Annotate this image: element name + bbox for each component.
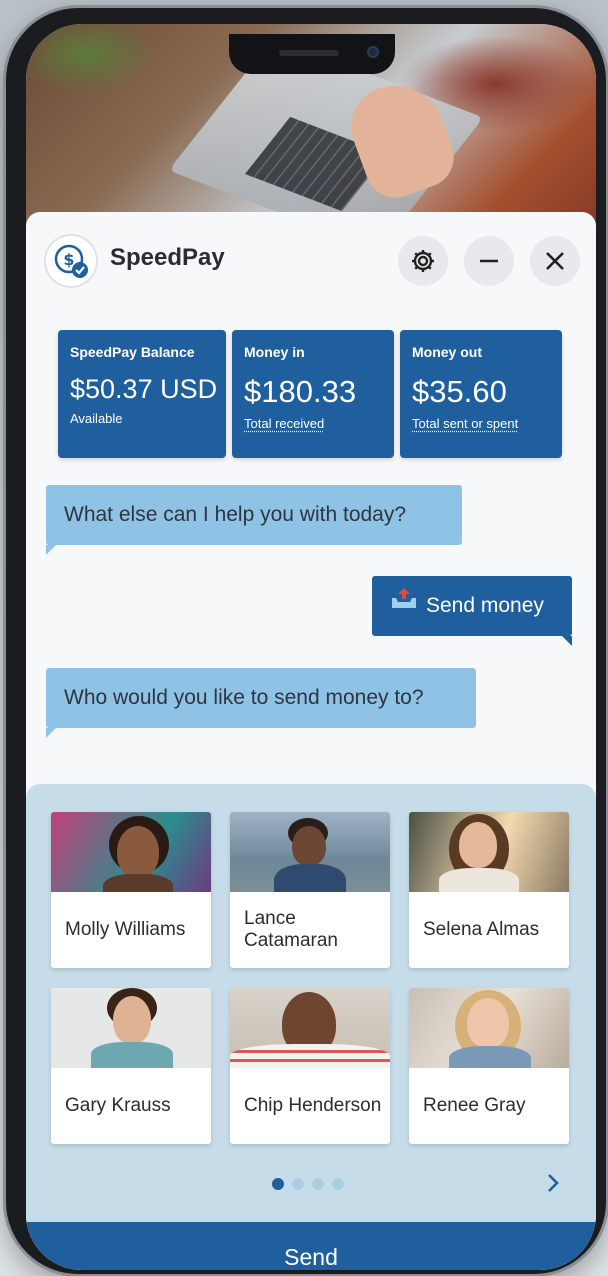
photo-body [103, 874, 173, 892]
card-value: $35.60 [412, 374, 507, 409]
gear-icon [412, 250, 434, 272]
svg-text:$: $ [63, 250, 74, 269]
close-icon [546, 252, 564, 270]
contact-card[interactable]: Molly Williams [51, 812, 211, 968]
photo-body [91, 1042, 173, 1068]
contact-name: Chip Henderson [244, 1095, 382, 1116]
contacts-carousel: Molly Williams Lance Catamaran Selena Al… [26, 784, 596, 1270]
user-message-text: Send money [426, 594, 544, 617]
contact-photo [51, 988, 211, 1068]
contact-card[interactable]: Gary Krauss [51, 988, 211, 1144]
chevron-right-icon [548, 1174, 559, 1192]
minimize-button[interactable] [464, 236, 514, 286]
next-page-button[interactable] [540, 1170, 566, 1196]
camera-icon [367, 46, 379, 58]
page-dot-1[interactable] [272, 1178, 284, 1190]
card-subtitle: Available [70, 411, 123, 426]
contact-photo [230, 812, 390, 892]
minimize-icon [480, 259, 498, 263]
page-dot-3[interactable] [312, 1178, 324, 1190]
contact-photo [409, 812, 569, 892]
send-tray-icon [390, 574, 418, 634]
card-title: Money in [244, 344, 305, 360]
bot-message: What else can I help you with today? [46, 485, 462, 555]
card-value: $180.33 [244, 374, 357, 409]
dollar-check-icon: $ [46, 236, 96, 286]
contact-name: Renee Gray [423, 1095, 526, 1116]
contact-card[interactable]: Lance Catamaran [230, 812, 390, 968]
photo-face [292, 826, 326, 866]
panel-header: $ SpeedPay [26, 212, 596, 312]
contact-photo [230, 988, 390, 1068]
photo-face [113, 996, 151, 1044]
pagination-dots [272, 1178, 344, 1190]
money-in-card[interactable]: Money in $180.33 Total received [232, 330, 394, 458]
phone-frame: $ SpeedPay SpeedPay Balance $50.37 USD A… [6, 8, 606, 1274]
speaker-grille [279, 50, 339, 56]
contact-name: Molly Williams [65, 919, 186, 940]
app-title: SpeedPay [110, 244, 225, 271]
contact-card[interactable]: Renee Gray [409, 988, 569, 1144]
photo-face [459, 822, 497, 868]
chat-panel: $ SpeedPay SpeedPay Balance $50.37 USD A… [26, 212, 596, 1270]
card-value: $50.37 USD [70, 374, 218, 404]
photo-body [274, 864, 346, 892]
phone-notch [229, 34, 395, 74]
contact-card[interactable]: Chip Henderson [230, 988, 390, 1144]
contact-name: Gary Krauss [65, 1095, 171, 1116]
contact-card[interactable]: Selena Almas [409, 812, 569, 968]
photo-face [117, 826, 159, 878]
total-received-link[interactable]: Total received [244, 416, 382, 431]
page-dot-2[interactable] [292, 1178, 304, 1190]
user-message-send-money[interactable]: Send money [372, 574, 572, 646]
contact-photo [51, 812, 211, 892]
card-title: SpeedPay Balance [70, 344, 195, 360]
money-out-card[interactable]: Money out $35.60 Total sent or spent [400, 330, 562, 458]
photo-face [467, 998, 509, 1048]
settings-button[interactable] [398, 236, 448, 286]
photo-body [439, 868, 519, 892]
page-dot-4[interactable] [332, 1178, 344, 1190]
send-button[interactable]: Send [26, 1222, 596, 1270]
contact-name: Lance Catamaran [244, 908, 338, 951]
photo-body [230, 1044, 390, 1068]
screen: $ SpeedPay SpeedPay Balance $50.37 USD A… [26, 24, 596, 1270]
card-title: Money out [412, 344, 482, 360]
contact-name: Selena Almas [423, 919, 540, 940]
total-sent-link[interactable]: Total sent or spent [412, 416, 550, 431]
close-button[interactable] [530, 236, 580, 286]
photo-body [449, 1046, 531, 1068]
balance-card[interactable]: SpeedPay Balance $50.37 USD Available [58, 330, 226, 458]
bot-message: Who would you like to send money to? [46, 668, 476, 738]
contact-photo [409, 988, 569, 1068]
